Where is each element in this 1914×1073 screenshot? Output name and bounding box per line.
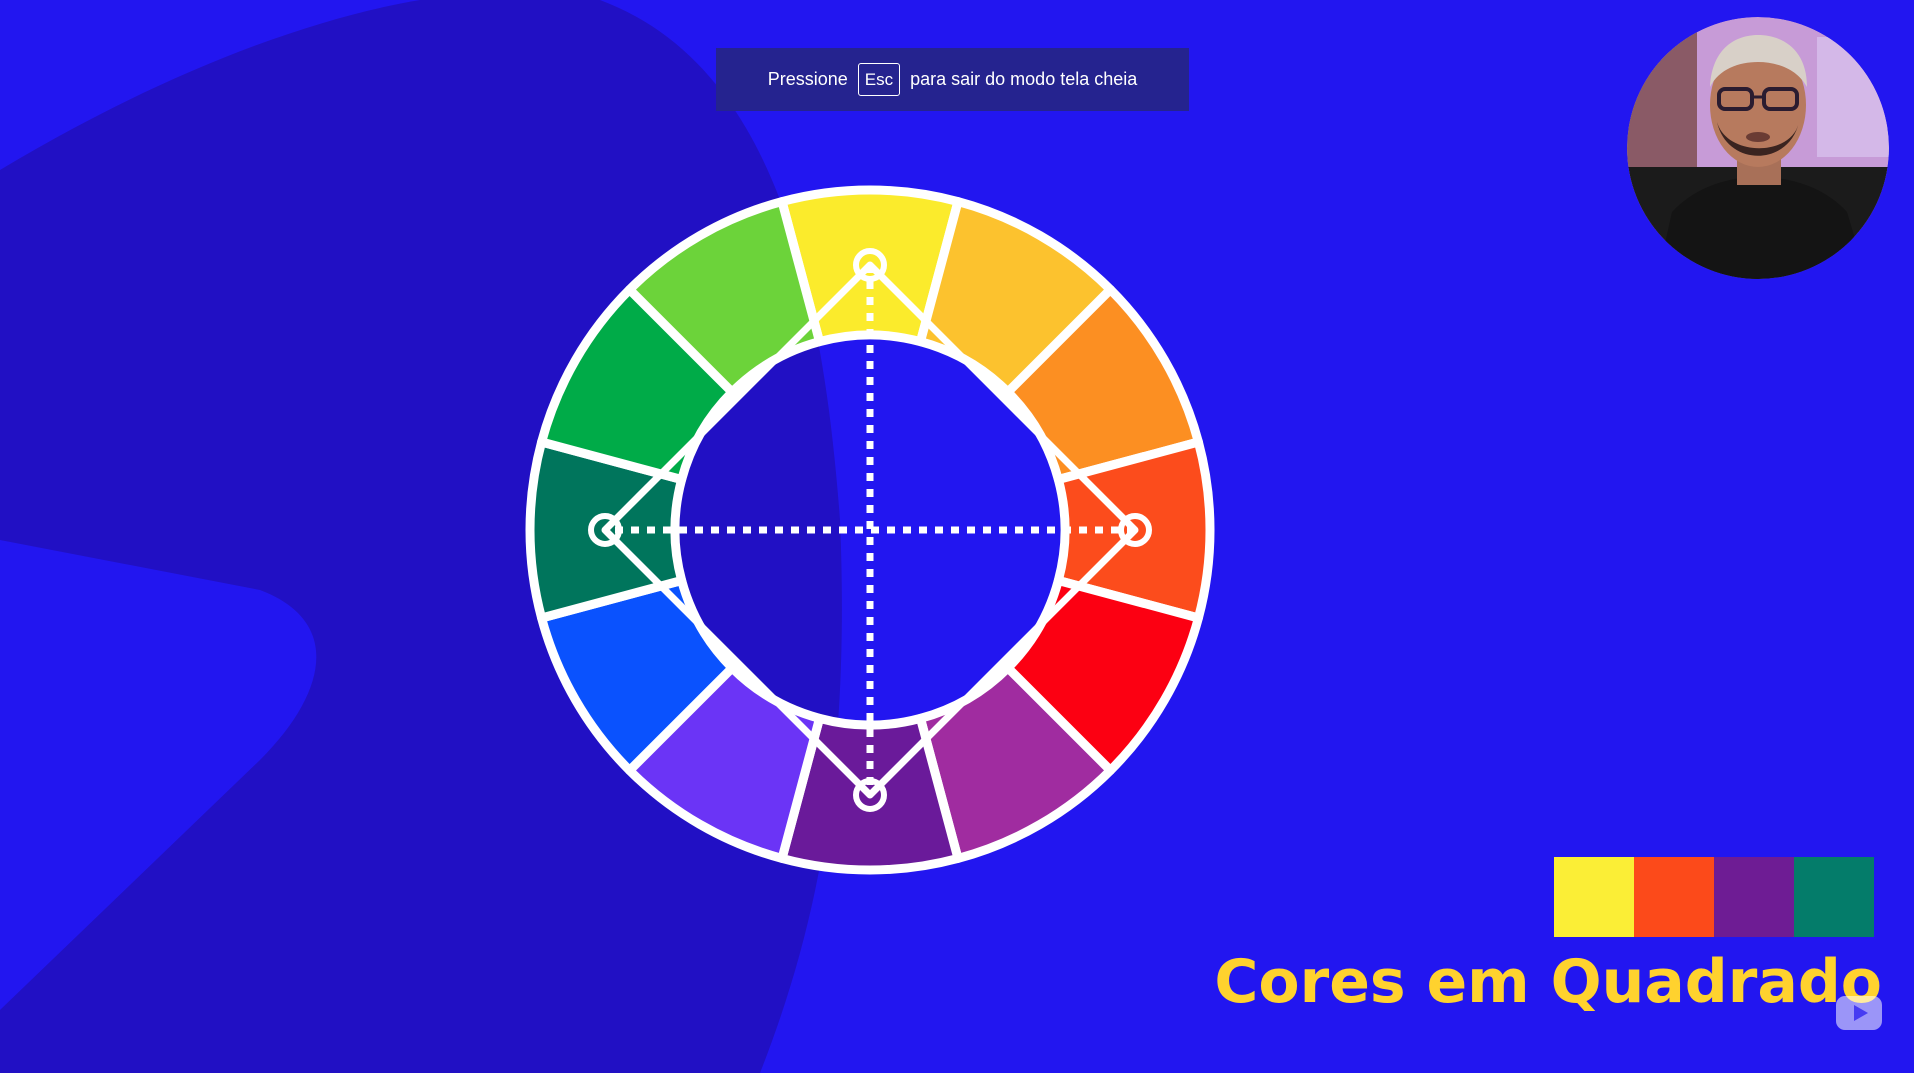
color-wheel [525,185,1215,875]
palette-swatch [1714,857,1794,937]
color-palette [1554,857,1874,937]
slide-title: Cores em Quadrado [1214,947,1882,1017]
notice-prefix: Pressione [767,69,848,89]
esc-key-badge: Esc [857,63,901,96]
palette-swatch [1634,857,1714,937]
fullscreen-exit-notice: Pressione Esc para sair do modo tela che… [716,48,1189,111]
notice-suffix: para sair do modo tela cheia [910,69,1138,89]
palette-swatch [1794,857,1874,937]
palette-swatch [1554,857,1634,937]
presenter-webcam [1627,17,1889,279]
video-frame: Pressione Esc para sair do modo tela che… [0,0,1914,1073]
play-watermark-icon [1836,996,1882,1030]
